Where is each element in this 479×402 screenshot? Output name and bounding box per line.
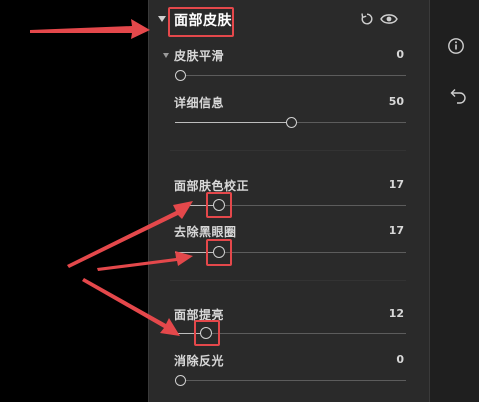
arrow-to-face-brighten xyxy=(82,278,180,336)
arrow-to-title xyxy=(30,19,150,39)
annotation-arrows xyxy=(30,19,193,336)
arrow-to-face-tone xyxy=(67,201,193,268)
arrow-to-dark-circles xyxy=(97,251,193,271)
